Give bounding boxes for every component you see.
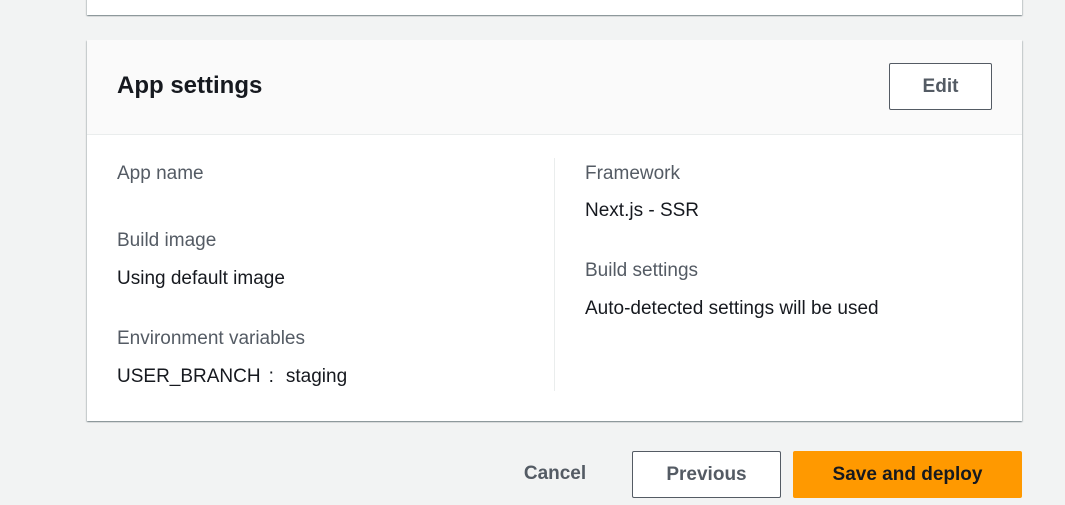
env-var-key: USER_BRANCH — [117, 366, 261, 387]
env-var-separator: : — [268, 366, 274, 387]
previous-section-card — [87, 0, 1022, 15]
app-settings-card: App settings Edit App name Build image U… — [87, 40, 1022, 421]
edit-button[interactable]: Edit — [889, 63, 992, 110]
previous-button[interactable]: Previous — [632, 451, 781, 498]
framework-label: Framework — [585, 163, 681, 184]
env-var-row: USER_BRANCH: staging — [117, 365, 347, 389]
build-settings-label: Build settings — [585, 260, 699, 281]
environment-variables-label: Environment variables — [117, 328, 305, 349]
framework-value: Next.js - SSR — [585, 200, 700, 221]
build-settings-value: Auto-detected settings will be used — [585, 298, 879, 319]
card-header: App settings Edit — [87, 40, 1022, 135]
build-image-value: Using default image — [117, 268, 285, 289]
cancel-button[interactable]: Cancel — [505, 451, 605, 497]
card-title: App settings — [117, 72, 263, 99]
env-var-value: staging — [285, 366, 348, 387]
save-and-deploy-button[interactable]: Save and deploy — [793, 451, 1022, 498]
build-image-label: Build image — [117, 230, 217, 251]
app-name-label: App name — [117, 163, 204, 184]
column-divider — [554, 158, 555, 391]
